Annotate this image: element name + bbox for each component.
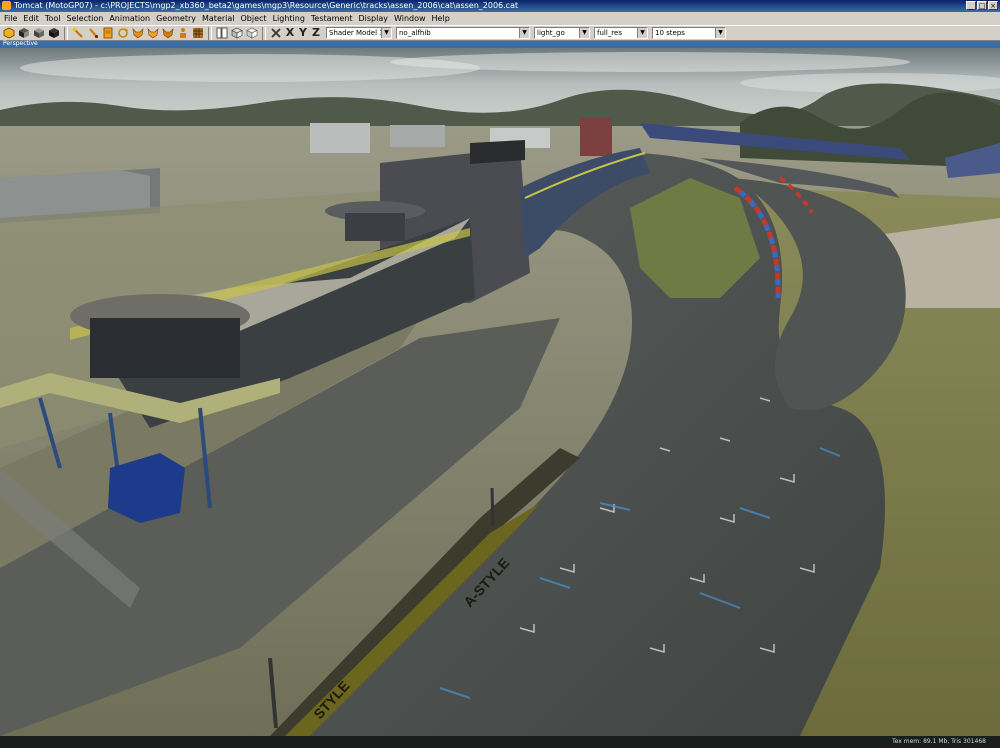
shader-model-select[interactable]: Shader Model 3 ▼ — [326, 27, 392, 39]
viewport-header: Perspective — [0, 40, 1000, 48]
menu-material[interactable]: Material — [200, 12, 239, 25]
dropdown-arrow-icon: ▼ — [637, 28, 647, 38]
select-tool-button[interactable] — [161, 26, 175, 40]
fox-icon — [147, 28, 159, 39]
steps-value: 10 steps — [655, 29, 685, 37]
axis-y-button[interactable]: Y — [297, 26, 309, 40]
brush-icon — [89, 28, 99, 39]
axis-x-button[interactable]: X — [284, 26, 296, 40]
cube-dark-button[interactable] — [47, 26, 61, 40]
cube-solid-button[interactable] — [17, 26, 31, 40]
menu-edit[interactable]: Edit — [21, 12, 43, 25]
fox-icon — [162, 28, 174, 39]
cross-icon — [271, 28, 281, 38]
resolution-value: full_res — [597, 29, 622, 37]
wire-cube-icon — [231, 27, 243, 39]
lighting-mode-value: light_go — [537, 29, 565, 37]
rotate-tool-button[interactable] — [116, 26, 130, 40]
tomcat-app-icon[interactable] — [2, 1, 11, 10]
move-tool-button[interactable] — [131, 26, 145, 40]
status-text: Tex mem: 89.1 Mb, Tris 301468 — [892, 738, 986, 745]
layout-button[interactable] — [215, 26, 229, 40]
menu-display[interactable]: Display — [356, 12, 392, 25]
light-cube-button[interactable] — [245, 26, 259, 40]
track-scene: A-STYLE STYLE — [0, 48, 1000, 736]
document-icon — [103, 27, 113, 39]
window-title: Tomcat (MotoGP07) - c:\PROJECTS\mgp2_xb3… — [14, 1, 519, 10]
menu-testament[interactable]: Testament — [309, 12, 357, 25]
person-icon — [180, 28, 186, 38]
toolbar-separator — [262, 26, 266, 40]
menu-geometry[interactable]: Geometry — [154, 12, 200, 25]
wire-cube-icon — [246, 27, 258, 39]
paint-tool-button[interactable] — [86, 26, 100, 40]
3d-viewport[interactable]: A-STYLE STYLE — [0, 48, 1000, 736]
menu-animation[interactable]: Animation — [107, 12, 154, 25]
main-toolbar: X Y Z Shader Model 3 ▼ no_alfhib ▼ light… — [0, 25, 1000, 41]
maximize-button[interactable]: □ — [977, 1, 987, 10]
cube-icon — [34, 28, 44, 38]
dropdown-arrow-icon: ▼ — [715, 28, 725, 38]
menu-selection[interactable]: Selection — [64, 12, 107, 25]
shader-model-value: Shader Model 3 — [329, 29, 384, 37]
cube-icon — [49, 28, 59, 38]
dropdown-arrow-icon: ▼ — [381, 28, 391, 38]
menu-help[interactable]: Help — [430, 12, 454, 25]
layout-icon — [216, 27, 228, 39]
resolution-select[interactable]: full_res ▼ — [594, 27, 648, 39]
lighting-mode-select[interactable]: light_go ▼ — [534, 27, 590, 39]
dropdown-arrow-icon: ▼ — [519, 28, 529, 38]
minimize-button[interactable]: _ — [966, 1, 976, 10]
scale-tool-button[interactable] — [146, 26, 160, 40]
menu-tool[interactable]: Tool — [43, 12, 65, 25]
menu-bar: File Edit Tool Selection Animation Geome… — [0, 12, 1000, 25]
file-tool-button[interactable] — [101, 26, 115, 40]
cube-shaded-button[interactable] — [32, 26, 46, 40]
viewport-name: Perspective — [3, 40, 38, 47]
menu-window[interactable]: Window — [392, 12, 430, 25]
fox-icon — [132, 28, 144, 39]
grid-tool-button[interactable] — [191, 26, 205, 40]
wire-cube-button[interactable] — [230, 26, 244, 40]
hexagon-tool-button[interactable] — [2, 26, 16, 40]
hexagon-icon — [3, 27, 15, 39]
close-button[interactable]: × — [988, 1, 998, 10]
menu-lighting[interactable]: Lighting — [271, 12, 309, 25]
rotate-icon — [118, 28, 128, 38]
alpha-mode-select[interactable]: no_alfhib ▼ — [396, 27, 530, 39]
person-tool-button[interactable] — [176, 26, 190, 40]
cube-icon — [19, 28, 29, 38]
steps-select[interactable]: 10 steps ▼ — [652, 27, 726, 39]
pick-tool-button[interactable] — [71, 26, 85, 40]
axis-z-button[interactable]: Z — [310, 26, 322, 40]
title-bar: Tomcat (MotoGP07) - c:\PROJECTS\mgp2_xb3… — [0, 0, 1000, 12]
status-bar: Tex mem: 89.1 Mb, Tris 301468 — [0, 736, 1000, 748]
grid-icon — [193, 28, 203, 38]
menu-object[interactable]: Object — [239, 12, 271, 25]
toolbar-separator — [208, 26, 212, 40]
menu-file[interactable]: File — [2, 12, 21, 25]
wand-icon — [72, 27, 83, 38]
alpha-mode-value: no_alfhib — [399, 29, 431, 37]
dropdown-arrow-icon: ▼ — [579, 28, 589, 38]
close-x-button[interactable] — [269, 26, 283, 40]
toolbar-separator — [64, 26, 68, 40]
